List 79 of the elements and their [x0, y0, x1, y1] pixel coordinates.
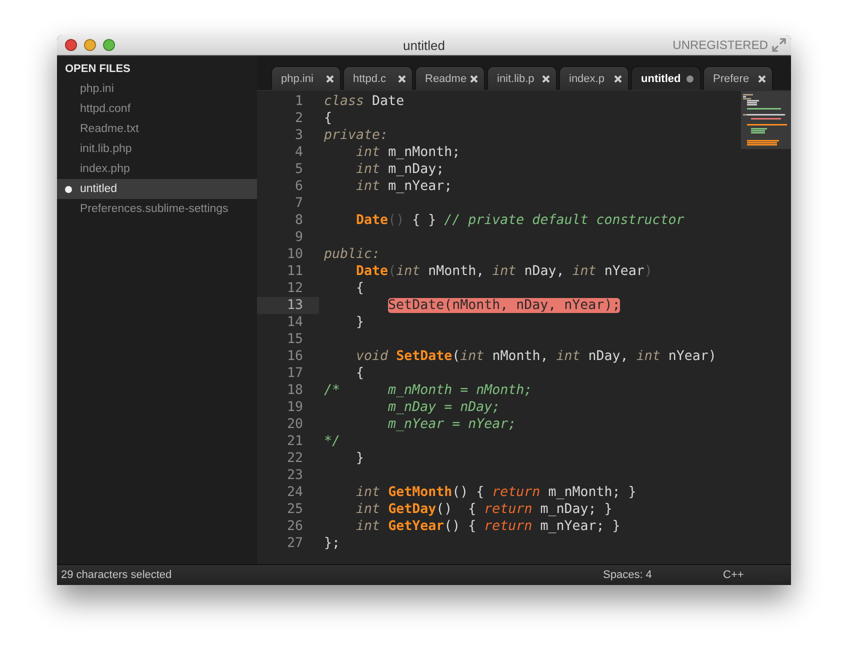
line-number: 11 [286, 263, 304, 280]
code-line: } [355, 450, 364, 467]
line-number: 4 [294, 144, 304, 161]
sidebar-item[interactable]: Readme.txt [57, 119, 257, 139]
code-line: Date() { } // private default constructor [355, 212, 684, 229]
tab[interactable]: untitled [631, 66, 701, 90]
line-number: 15 [286, 331, 304, 348]
tab[interactable]: Prefere [703, 66, 773, 90]
line-number: 14 [286, 314, 304, 331]
line-number: 1 [294, 93, 304, 110]
zoom-button[interactable] [103, 39, 115, 51]
code-line: { [355, 365, 364, 382]
code-line: private: [323, 127, 388, 144]
line-number: 12 [286, 280, 304, 297]
code-line: { [355, 280, 364, 297]
close-icon[interactable] [542, 74, 550, 82]
close-button[interactable] [65, 39, 77, 51]
tab[interactable]: Readme [415, 66, 485, 90]
line-number: 25 [286, 501, 304, 518]
line-number: 9 [294, 229, 304, 246]
code-line: }; [323, 535, 340, 552]
minimize-button[interactable] [84, 39, 96, 51]
code-line: int m_nMonth; [355, 144, 460, 161]
close-icon[interactable] [398, 74, 406, 82]
indentation-setting[interactable]: Spaces: 4 [603, 569, 723, 581]
line-number: 17 [286, 365, 304, 382]
code-line: void SetDate(int nMonth, int nDay, int nYear) [355, 348, 716, 365]
code-line: m_nYear = nYear; [387, 416, 516, 433]
sidebar-item[interactable]: untitled [57, 179, 257, 199]
line-number: 10 [286, 246, 304, 263]
code-line: int GetMonth() { return m_nMonth; } [355, 484, 636, 501]
tab[interactable]: php.ini [271, 66, 341, 90]
tab[interactable]: init.lib.p [487, 66, 557, 90]
sidebar-item[interactable]: init.lib.php [57, 139, 257, 159]
line-number: 2 [294, 110, 304, 127]
sidebar-heading: OPEN FILES [64, 62, 132, 77]
line-number: 7 [294, 195, 304, 212]
line-number: 18 [286, 382, 304, 399]
line-number: 22 [286, 450, 304, 467]
code-line: int m_nDay; [355, 161, 444, 178]
sidebar-item[interactable]: php.ini [57, 79, 257, 99]
syntax-setting[interactable]: C++ [723, 569, 791, 581]
unregistered-label: UNREGISTERED [672, 38, 768, 52]
code-line: } [355, 314, 364, 331]
close-icon[interactable] [326, 74, 334, 82]
line-number: 24 [286, 484, 304, 501]
line-number: 23 [286, 467, 304, 484]
code-line: class Date [323, 93, 404, 110]
line-number: 21 [286, 433, 304, 450]
code-line: m_nDay = nDay; [387, 399, 500, 416]
line-number: 19 [286, 399, 304, 416]
line-number: 6 [294, 178, 304, 195]
tab[interactable]: httpd.c [343, 66, 413, 90]
line-number: 26 [286, 518, 304, 535]
code-line: Date(int nMonth, int nDay, int nYear) [355, 263, 652, 280]
close-icon[interactable] [470, 74, 478, 82]
close-icon[interactable] [758, 74, 766, 82]
fullscreen-icon[interactable] [772, 38, 786, 52]
line-number: 3 [294, 127, 304, 144]
window-title: untitled [402, 38, 446, 52]
line-number: 20 [286, 416, 304, 433]
line-number: 5 [294, 161, 304, 178]
sidebar-item[interactable]: httpd.conf [57, 99, 257, 119]
line-number: 8 [294, 212, 304, 229]
code-line: { [323, 110, 332, 127]
code-line: int GetYear() { return m_nYear; } [355, 518, 620, 535]
code-line: int m_nYear; [355, 178, 452, 195]
code-line: public: [323, 246, 380, 263]
tab[interactable]: index.p [559, 66, 629, 90]
line-number: 13 [257, 297, 319, 314]
sidebar-item[interactable]: index.php [57, 159, 257, 179]
close-icon[interactable] [614, 74, 622, 82]
code-line: int GetDay() { return m_nDay; } [355, 501, 612, 518]
line-number: 16 [286, 348, 304, 365]
sidebar-item[interactable]: Preferences.sublime-settings [57, 199, 257, 219]
status-message: 29 characters selected [61, 569, 173, 581]
line-number: 27 [286, 535, 304, 552]
code-line: /* m_nMonth = nMonth; [323, 382, 532, 399]
code-line: */ [323, 433, 340, 450]
